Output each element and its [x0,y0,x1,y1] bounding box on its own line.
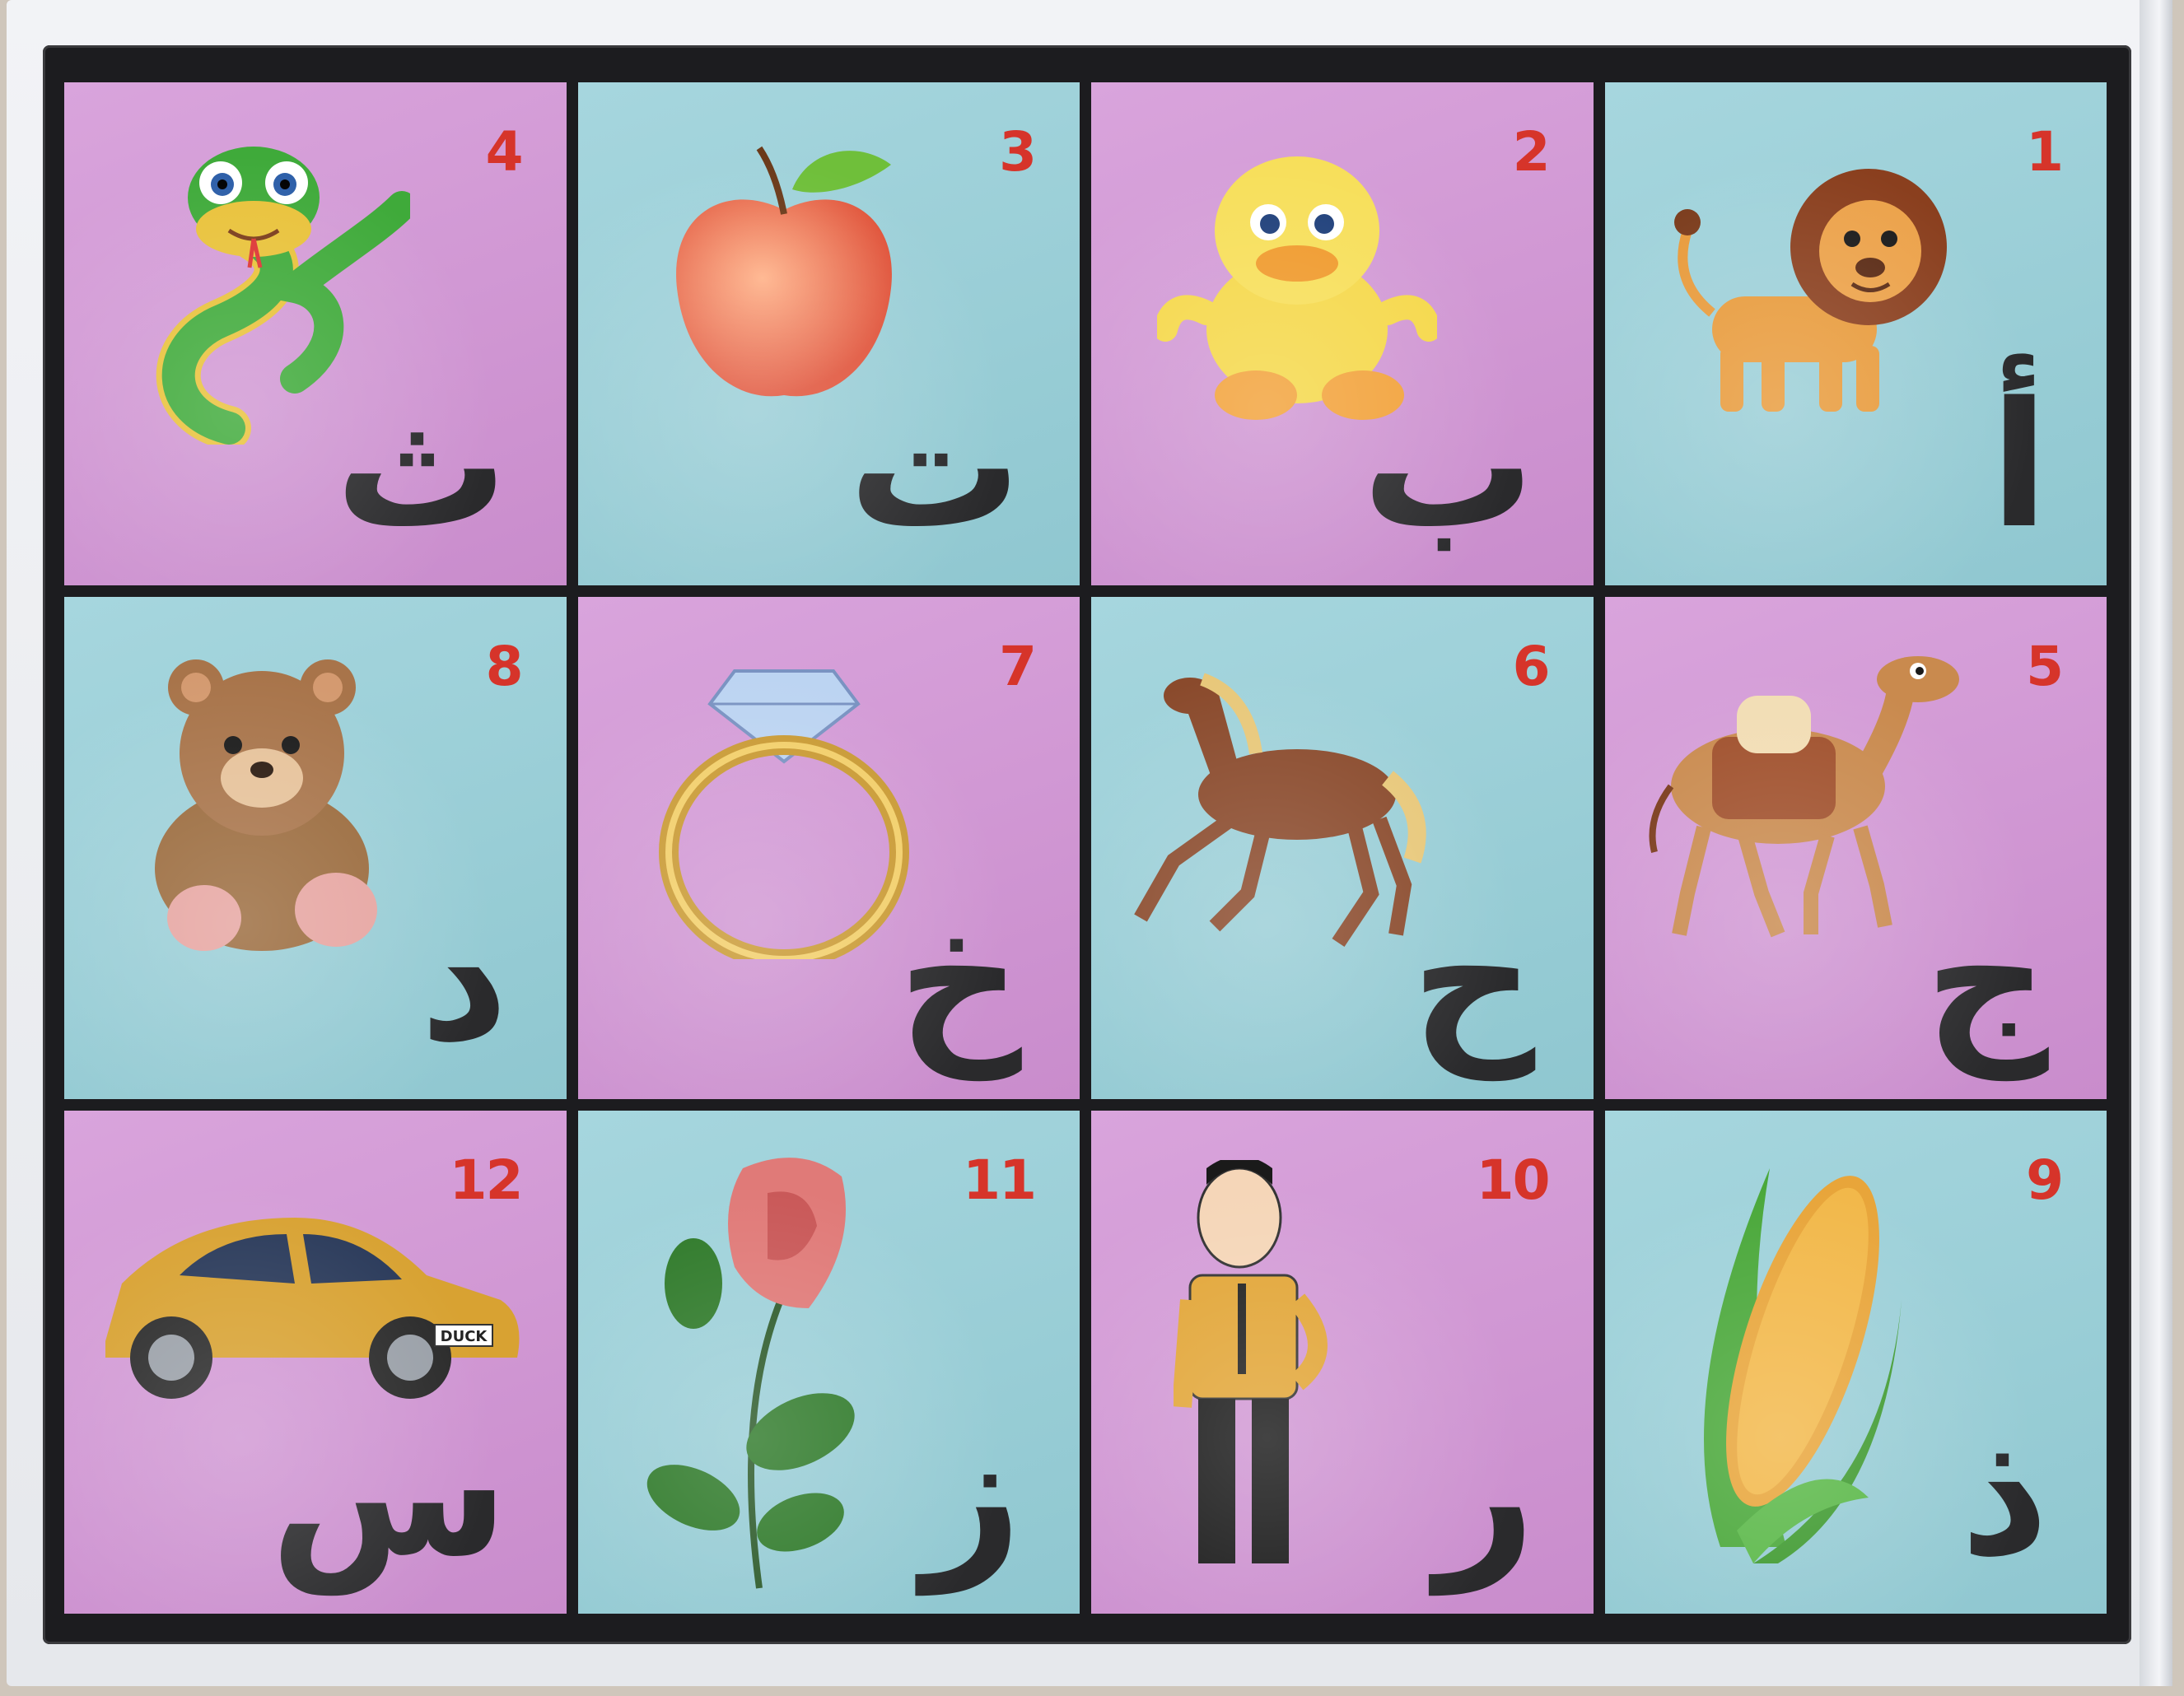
cell-3: 3 ت [577,82,1080,585]
cell-letter: ح [1411,878,1536,1081]
cell-1: 1 أ [1604,82,2107,585]
cell-letter: ب [1361,364,1536,566]
cell-number: 3 [999,120,1037,184]
horse-icon [1124,646,1454,959]
cell-number: 9 [2026,1149,2064,1213]
cell-10: 10 ر [1091,1111,1594,1614]
cell-2: 2 ب [1091,82,1594,585]
cell-6: 6 ح [1091,596,1594,1100]
cell-number: 4 [485,120,524,184]
ring-icon [644,646,924,969]
cell-5: 5 ج [1604,596,2107,1100]
cell-letter: ذ [1960,1393,2049,1595]
cell-letter: خ [897,878,1022,1081]
alphabet-grid: 4 ث 3 ت 2 ب 1 أ 8 د 7 خ 6 ح 5 ج DUCK 12 … [64,82,2107,1614]
cell-letter: س [269,1393,509,1595]
cell-letter: د [419,878,509,1081]
cell-number: 6 [1512,634,1551,698]
cell-letter: ج [1924,878,2049,1081]
cell-4: 4 ث [64,82,567,585]
cell-number: 1 [2026,120,2064,184]
cell-11: 11 ز [577,1111,1080,1614]
cell-letter: ز [922,1393,1022,1595]
cell-9: 9 ذ [1604,1111,2107,1614]
man-icon [1172,1156,1338,1588]
cell-letter: أ [1990,364,2049,566]
rose-icon [636,1144,899,1605]
cell-number: 7 [999,634,1037,698]
cell-number: 8 [485,634,524,698]
cell-8: 8 د [64,596,567,1100]
license-plate: DUCK [441,1328,488,1345]
cell-letter: ت [847,364,1022,566]
cell-number: 5 [2026,634,2064,698]
camel-icon [1630,646,1976,959]
cell-number: 12 [449,1149,524,1213]
corn-icon [1654,1152,1918,1580]
cell-number: 10 [1476,1149,1551,1213]
cell-number: 11 [963,1149,1037,1213]
lion-icon [1654,132,1967,445]
cell-7: 7 خ [577,596,1080,1100]
car-icon: DUCK [89,1185,534,1415]
bear-icon [130,646,410,959]
cell-letter: ث [334,364,509,566]
cell-letter: ر [1435,1393,1536,1595]
paper-curl [2140,0,2172,1686]
cell-12: DUCK 12 س [64,1111,567,1614]
cell-number: 2 [1512,120,1551,184]
